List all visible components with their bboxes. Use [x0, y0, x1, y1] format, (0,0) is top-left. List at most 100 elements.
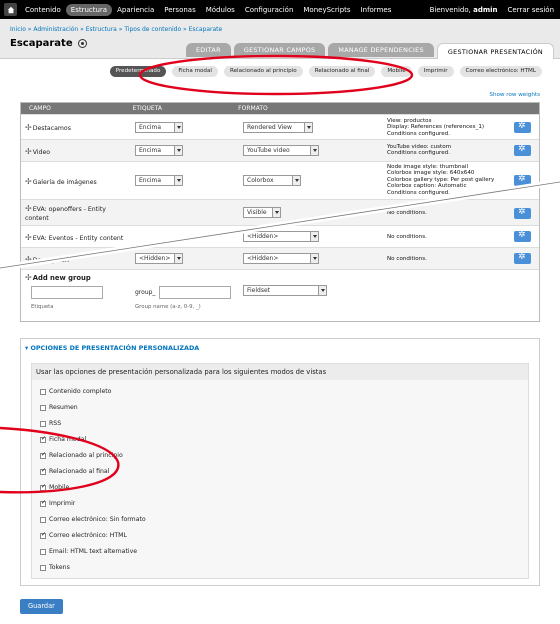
toolbar-menu-item[interactable]: Estructura — [65, 3, 113, 16]
subtab-correo-html[interactable]: Correo electrónico: HTML — [459, 66, 542, 77]
checkbox-label: Correo electrónico: Sin formato — [49, 516, 146, 523]
subtab-mobile[interactable]: Mobile — [381, 66, 412, 77]
field-name[interactable]: ✢Descripción — [25, 255, 69, 264]
formatter-summary: No conditions. — [387, 210, 427, 216]
custom-display-legend[interactable]: ▾ OPCIONES DE PRESENTACIÓN PERSONALIZADA — [25, 344, 199, 352]
view-mode-checkbox-row[interactable]: Tokens — [40, 564, 70, 571]
view-mode-checkbox-row[interactable]: Imprimir — [40, 499, 75, 507]
subtab-relacionado-principio[interactable]: Relacionado al principio — [223, 66, 303, 77]
format-select[interactable]: YouTube video — [243, 145, 319, 156]
view-mode-checkbox-row[interactable]: Relacionado al principio — [40, 451, 123, 459]
format-select[interactable]: <Hidden> — [243, 253, 319, 264]
custom-display-settings: ▾ OPCIONES DE PRESENTACIÓN PERSONALIZADA… — [20, 338, 540, 586]
view-mode-checkbox-row[interactable]: Email: HTML text alternative — [40, 548, 137, 555]
logout-link[interactable]: Cerrar sesión — [508, 6, 554, 14]
view-mode-checkbox-row[interactable]: Correo electrónico: HTML — [40, 531, 127, 539]
table-row: ✢Descripción <Hidden> <Hidden> No condit… — [21, 247, 539, 269]
checked-checkbox[interactable] — [40, 531, 46, 539]
field-name[interactable]: ✢EVA: openoffers - Entity content — [25, 204, 125, 223]
column-header-formato: FORMATO — [238, 105, 268, 112]
checkbox[interactable] — [40, 564, 46, 571]
field-name[interactable]: ✢EVA: Eventos - Entity content — [25, 233, 123, 242]
subtab-ficha-modal[interactable]: Ficha modal — [172, 66, 218, 77]
formatter-summary: No conditions. — [387, 234, 427, 240]
breadcrumb[interactable]: Inicio » Administración » Estructura » T… — [10, 26, 222, 33]
checked-checkbox[interactable] — [40, 467, 46, 475]
toolbar-menu-item[interactable]: Personas — [159, 4, 200, 16]
drag-handle-icon[interactable]: ✢ — [25, 147, 32, 156]
show-row-weights-link[interactable]: Show row weights — [489, 92, 540, 98]
drag-handle-icon[interactable]: ✢ — [25, 177, 32, 186]
format-select[interactable]: Colorbox — [243, 175, 301, 186]
checked-checkbox[interactable] — [40, 451, 46, 459]
tab-gestionar-campos[interactable]: GESTIONAR CAMPOS — [233, 43, 326, 57]
formatter-summary: Node image style: thumbnail Colorbox imag… — [387, 164, 495, 196]
drag-handle-icon[interactable]: ✢ — [25, 204, 32, 213]
subtab-relacionado-final[interactable]: Relacionado al final — [308, 66, 376, 77]
drag-handle-icon[interactable]: ✢ — [25, 123, 32, 132]
configure-gear-button[interactable] — [514, 230, 531, 242]
toolbar-menu-item[interactable]: Informes — [356, 4, 397, 16]
checkbox-label: Tokens — [49, 564, 70, 571]
configure-gear-button[interactable] — [514, 252, 531, 264]
toolbar-menu-item[interactable]: Módulos — [201, 4, 240, 16]
group-format-select[interactable]: Fieldset — [243, 285, 327, 296]
label-select[interactable]: Encima — [135, 145, 183, 156]
checkbox-label: RSS — [49, 420, 62, 427]
home-icon[interactable] — [4, 3, 17, 16]
format-select[interactable]: Rendered View — [243, 122, 313, 133]
drag-handle-icon[interactable]: ✢ — [25, 233, 32, 242]
view-mode-checkbox-row[interactable]: Contenido completo — [40, 388, 111, 395]
subtab-predeterminado[interactable]: Predeterminado — [109, 66, 167, 77]
chevron-down-icon — [310, 232, 318, 241]
view-mode-checkbox-row[interactable]: RSS — [40, 420, 61, 427]
label-select[interactable]: Encima — [135, 175, 183, 186]
view-mode-checkbox-row[interactable]: Ficha modal — [40, 435, 86, 443]
tab-editar[interactable]: EDITAR — [185, 43, 231, 57]
chevron-down-icon — [310, 254, 318, 263]
checked-checkbox[interactable] — [40, 483, 46, 491]
checkbox[interactable] — [40, 516, 46, 523]
chevron-down-icon — [174, 146, 182, 155]
toolbar-menu-item[interactable]: Contenido — [20, 4, 66, 16]
chevron-down-icon — [174, 123, 182, 132]
drag-handle-icon[interactable]: ✢ — [25, 255, 32, 264]
view-mode-checkbox-row[interactable]: Relacionado al final — [40, 467, 109, 475]
group-name-input[interactable] — [159, 286, 231, 299]
checked-checkbox[interactable] — [40, 499, 46, 507]
tab-gestionar-presentacion[interactable]: GESTIONAR PRESENTACIÓN — [436, 43, 554, 59]
configure-gear-button[interactable] — [514, 144, 531, 156]
field-name[interactable]: ✢Video — [25, 147, 50, 156]
primary-tabs: EDITAR GESTIONAR CAMPOS MANAGE DEPENDENC… — [185, 43, 554, 59]
configure-gear-button[interactable] — [514, 174, 531, 186]
checkbox[interactable] — [40, 420, 46, 427]
checked-checkbox[interactable] — [40, 435, 46, 443]
gear-icon[interactable] — [77, 39, 87, 48]
drag-handle-icon[interactable]: ✢ — [25, 273, 32, 282]
format-select[interactable]: Visible — [243, 207, 281, 218]
save-button[interactable]: Guardar — [20, 599, 63, 614]
view-mode-checkbox-row[interactable]: Mobile — [40, 483, 69, 491]
page-title: Escaparate — [10, 38, 87, 49]
subtab-imprimir[interactable]: Imprimir — [417, 66, 454, 77]
toolbar-menu-item[interactable]: Apariencia — [112, 4, 159, 16]
checkbox[interactable] — [40, 388, 46, 395]
checkbox-label: Correo electrónico: HTML — [49, 532, 127, 539]
label-select[interactable]: Encima — [135, 122, 183, 133]
format-select[interactable]: <Hidden> — [243, 231, 319, 242]
field-name[interactable]: ✢Galería de imágenes — [25, 177, 97, 186]
configure-gear-button[interactable] — [514, 121, 531, 133]
checkbox[interactable] — [40, 548, 46, 555]
configure-gear-button[interactable] — [514, 207, 531, 219]
view-mode-checkbox-row[interactable]: Correo electrónico: Sin formato — [40, 516, 146, 523]
welcome-text: Bienvenido, admin — [429, 5, 498, 14]
group-label-input[interactable] — [31, 286, 103, 299]
toolbar-menu-item[interactable]: Configuración — [240, 4, 299, 16]
tab-manage-dependencies[interactable]: MANAGE DEPENDENCIES — [328, 43, 434, 57]
checkbox[interactable] — [40, 404, 46, 411]
toolbar-menu-item[interactable]: MoneyScripts — [298, 4, 355, 16]
field-name[interactable]: ✢Destacamos — [25, 123, 71, 132]
chevron-down-icon — [272, 208, 280, 217]
view-mode-checkbox-row[interactable]: Resumen — [40, 404, 78, 411]
label-select[interactable]: <Hidden> — [135, 253, 183, 264]
